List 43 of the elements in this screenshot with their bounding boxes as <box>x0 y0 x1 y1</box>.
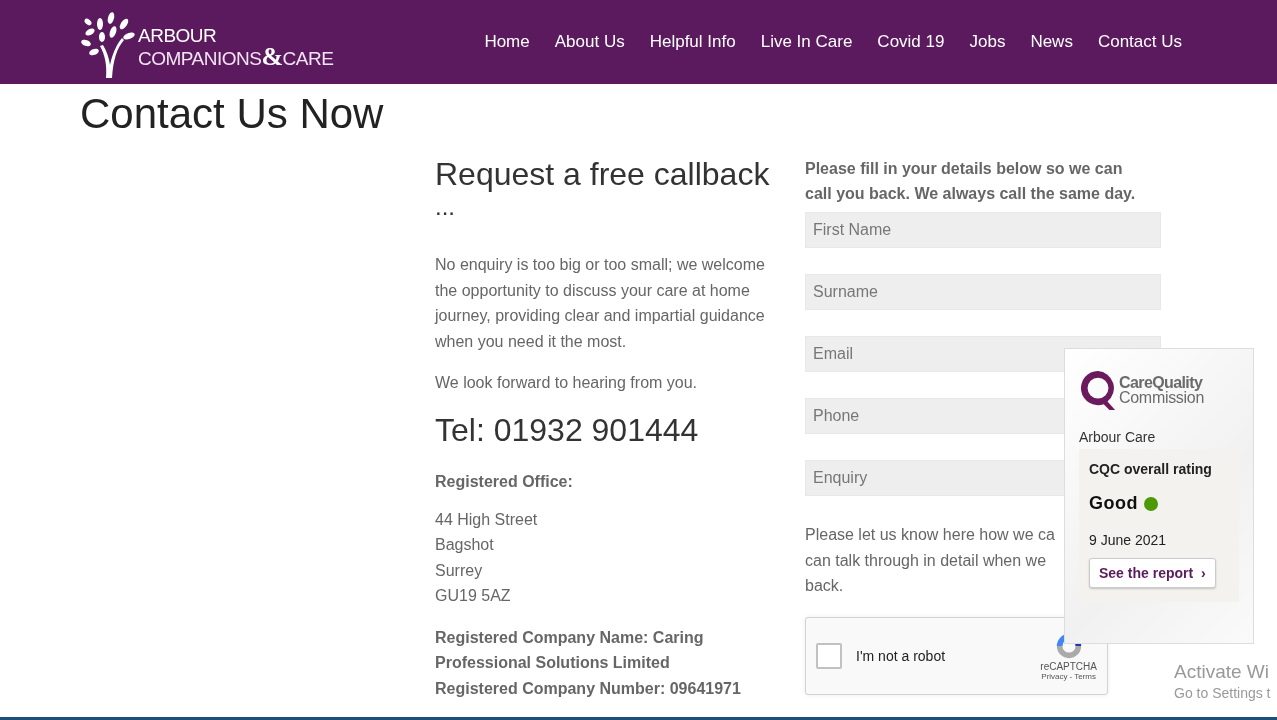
report-button[interactable]: See the report › <box>1089 558 1216 588</box>
notice-text: Go to Settings t <box>1174 685 1271 701</box>
input-field[interactable]: Surname <box>805 274 1161 310</box>
nav-link[interactable]: Contact Us <box>1097 32 1182 52</box>
address-line: Bagshot <box>435 535 495 555</box>
input-field[interactable]: First Name <box>805 212 1161 248</box>
nav-link[interactable]: Live In Care <box>760 32 853 52</box>
company-name: Registered Company Name: Caring Professional Solutions Limited <box>435 627 705 673</box>
office-label: Registered Office: <box>435 472 574 491</box>
page-title: Contact Us Now <box>80 89 385 139</box>
captcha-label: I'm not a robot <box>856 647 947 664</box>
rating-value: Good <box>1089 493 1138 514</box>
logo-wordmark: ARBOUR <box>138 26 218 46</box>
body-paragraph: We look forward to hearing from you. <box>435 373 699 393</box>
form-note: Please let us know here how we ca can talk through in detail when we back. <box>805 525 1055 596</box>
company-number: Registered Company Number: 09641971 <box>435 678 742 699</box>
nav-link[interactable]: Covid 19 <box>877 32 945 52</box>
phone-number: Tel: 01932 901444 <box>435 411 700 449</box>
logo-wordmark: CARE <box>282 48 334 70</box>
logo-wordmark: COMPANIONS <box>138 48 262 70</box>
nav-link[interactable]: Jobs <box>969 32 1006 52</box>
section-heading: Request a free callback <box>435 156 771 192</box>
address-line: GU19 5AZ <box>435 586 512 606</box>
address-line: 44 High Street <box>435 509 539 530</box>
body-paragraph: No enquiry is too big or too small; we welcome the opportunity to discuss your care at home journey, providing clear and impartial guidance when you need it the most. <box>435 255 766 352</box>
rating-date: 9 June 2021 <box>1089 532 1168 548</box>
form-intro: Please fill in your details below so we can call you back. We always call the same day. <box>805 159 1137 204</box>
address-line: Surrey <box>435 560 484 581</box>
captcha-checkbox[interactable] <box>816 642 842 669</box>
captcha-brand: reCAPTCHA <box>1040 660 1097 672</box>
logo-wordmark: CareQuality <box>1119 375 1204 390</box>
separator: - <box>1069 671 1073 681</box>
nav-link[interactable]: News <box>1030 32 1073 52</box>
tree-logo-icon <box>80 10 136 78</box>
nav-link[interactable]: Home <box>484 32 530 52</box>
q-logo-icon <box>1079 369 1117 411</box>
nav-link[interactable]: Helpful Info <box>649 32 736 52</box>
terms-link[interactable]: Terms <box>1074 671 1096 681</box>
notice-title: Activate Wi <box>1174 661 1271 683</box>
nav-link[interactable]: About Us <box>554 32 625 52</box>
privacy-link[interactable]: Privacy <box>1041 671 1068 681</box>
ellipsis-text: ... <box>435 192 456 222</box>
logo-ampersand: & <box>261 46 283 68</box>
